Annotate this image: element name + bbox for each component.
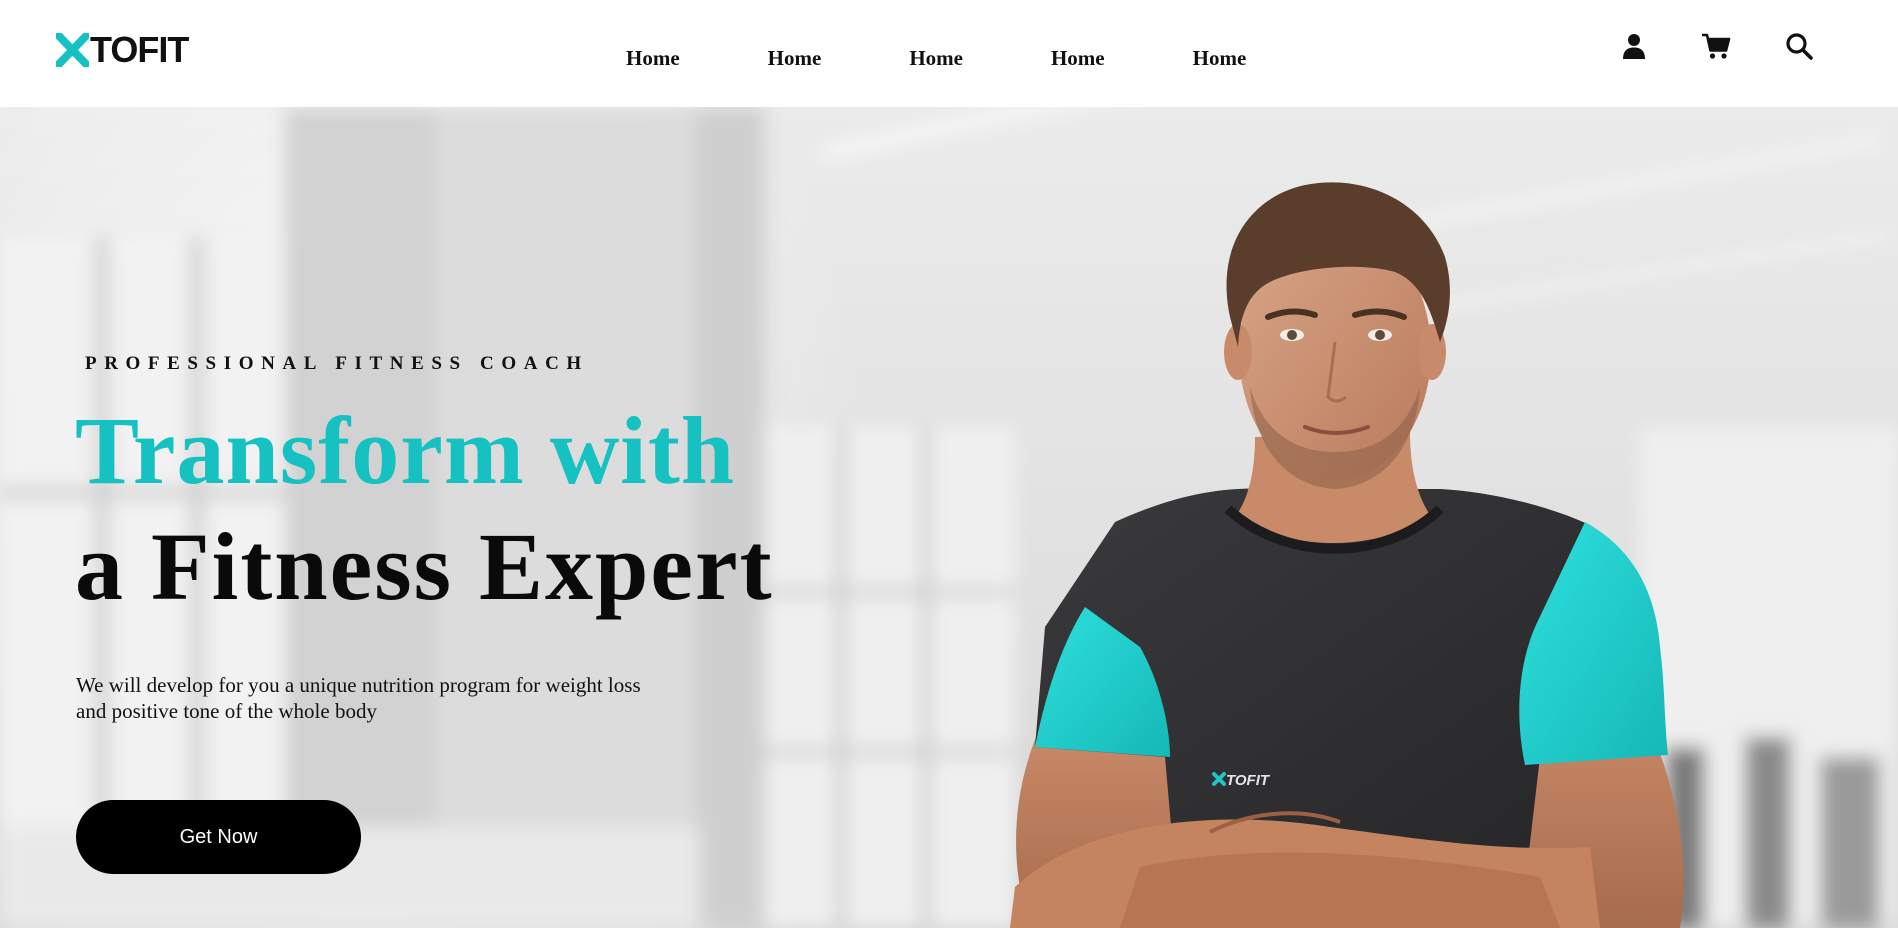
search-icon[interactable]: [1784, 31, 1814, 61]
hero-section: TOFIT PROFESSIONAL FITNESS COACH Transfo…: [0, 107, 1898, 928]
logo[interactable]: TOFIT: [56, 29, 189, 70]
hero-headline-line2: a Fitness Expert: [75, 513, 774, 620]
logo-text: TOFIT: [90, 29, 189, 70]
logo-x-icon: [56, 33, 89, 67]
shirt-logo-text: TOFIT: [1226, 772, 1271, 789]
nav-home-4[interactable]: Home: [1051, 44, 1105, 72]
hero-eyebrow: PROFESSIONAL FITNESS COACH: [85, 353, 589, 374]
nav-home-2[interactable]: Home: [768, 44, 822, 72]
user-icon[interactable]: [1619, 31, 1649, 61]
site-header: TOFIT Home Home Home Home Home: [0, 0, 1898, 107]
get-now-button[interactable]: Get Now: [76, 800, 361, 874]
nav-home-5[interactable]: Home: [1193, 44, 1247, 72]
main-nav: Home Home Home Home Home: [626, 44, 1246, 72]
nav-home-1[interactable]: Home: [626, 44, 680, 72]
hero-headline-line1: Transform with: [75, 397, 736, 504]
nav-home-3[interactable]: Home: [909, 44, 963, 72]
cart-icon[interactable]: [1701, 31, 1731, 61]
hero-description: We will develop for you a unique nutriti…: [76, 673, 641, 723]
